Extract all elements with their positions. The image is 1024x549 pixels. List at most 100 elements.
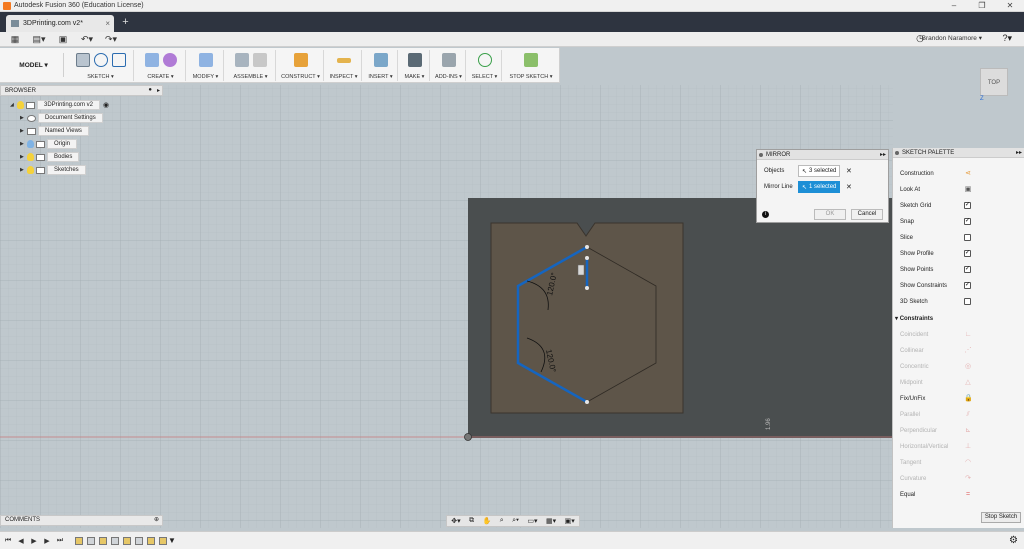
play-icon[interactable]: ▶ xyxy=(29,537,39,545)
sketch-palette-header[interactable]: SKETCH PALETTE ▸▸ xyxy=(893,148,1024,158)
visibility-bulb-icon[interactable] xyxy=(27,153,34,161)
orbit-icon[interactable]: ✥▾ xyxy=(451,517,460,525)
mirror-dialog-header[interactable]: MIRROR ▸▸ xyxy=(757,150,888,160)
undo-icon[interactable]: ↶▾ xyxy=(78,33,96,46)
checkbox[interactable] xyxy=(964,218,971,225)
browser-item-sketches[interactable]: ▶ Sketches xyxy=(20,165,86,175)
equal-icon[interactable]: = xyxy=(964,491,972,499)
constraint-glyph[interactable] xyxy=(577,264,585,276)
stop-sketch-group[interactable]: STOP SKETCH ▾ xyxy=(504,50,558,81)
browser-root[interactable]: ◢ 3DPrinting.com v2 ◉ xyxy=(10,100,109,110)
visibility-bulb-icon[interactable] xyxy=(27,166,34,174)
new-tab-icon[interactable]: + xyxy=(120,17,131,28)
help-icon[interactable]: ?▾ xyxy=(1002,33,1012,44)
pan-icon[interactable]: ✋ xyxy=(483,517,492,525)
constraint-parallel[interactable]: Parallel ⫽ xyxy=(900,410,970,420)
concentric-icon[interactable]: ◎ xyxy=(964,363,972,371)
look-at-icon[interactable]: ⧉ xyxy=(469,517,474,525)
browser-item-named-views[interactable]: ▶ Named Views xyxy=(20,126,89,136)
horizontal-vertical-icon[interactable]: ⊥ xyxy=(964,443,972,451)
step-back-icon[interactable]: ◀ xyxy=(16,537,26,545)
constraint-horizontal-vertical[interactable]: Horizontal/Vertical ⊥ xyxy=(900,442,972,452)
browser-item-origin[interactable]: ▶ Origin xyxy=(20,139,78,149)
palette-option-snap[interactable]: Snap xyxy=(900,217,971,227)
create-group[interactable]: CREATE ▾ xyxy=(136,50,186,81)
constraint-curvature[interactable]: Curvature ↷ xyxy=(900,474,971,484)
objects-selector[interactable]: ↖ 3 selected xyxy=(798,165,840,177)
insert-group[interactable]: INSERT ▾ xyxy=(364,50,398,81)
constraint-midpoint[interactable]: Midpoint △ xyxy=(900,378,972,388)
ok-button[interactable]: OK xyxy=(814,209,846,220)
view-cube[interactable]: TOP xyxy=(980,68,1008,96)
activate-radio-icon[interactable]: ◉ xyxy=(103,101,109,109)
checkbox[interactable] xyxy=(964,266,971,273)
file-menu-icon[interactable]: ▤▾ xyxy=(30,33,48,46)
timeline-feature-icon[interactable] xyxy=(159,536,167,545)
add-comment-icon[interactable]: ⊕ xyxy=(154,516,159,525)
fit-icon[interactable]: ⌕▾ xyxy=(512,517,519,525)
make-group[interactable]: MAKE ▾ xyxy=(400,50,430,81)
palette-option-slice[interactable]: Slice xyxy=(900,233,971,243)
construct-group[interactable]: CONSTRUCT ▾ xyxy=(278,50,324,81)
comments-panel[interactable]: COMMENTS ⊕ xyxy=(0,515,163,526)
timeline-marker-icon[interactable]: ▼ xyxy=(168,536,176,545)
grid-settings-icon[interactable]: ▦▾ xyxy=(546,517,556,525)
timeline-feature-icon[interactable] xyxy=(111,536,119,545)
save-icon[interactable]: ▣ xyxy=(54,33,72,46)
coincident-icon[interactable]: ∟ xyxy=(964,331,972,339)
expand-icon[interactable]: ▸▸ xyxy=(880,150,886,160)
zoom-icon[interactable]: ⌕ xyxy=(500,517,504,525)
timeline-feature-icon[interactable] xyxy=(123,536,131,545)
palette-option-look-at[interactable]: Look At ▣ xyxy=(900,185,972,195)
collapse-icon[interactable]: ▸ xyxy=(157,87,160,94)
constraint-tangent[interactable]: Tangent ◠ xyxy=(900,458,972,468)
go-to-start-icon[interactable]: ⏮ xyxy=(3,537,13,545)
expand-icon[interactable]: ◢ xyxy=(10,102,17,108)
palette-option-show-constraints[interactable]: Show Constraints xyxy=(900,281,971,291)
add-ins-group[interactable]: ADD-INS ▾ xyxy=(432,50,466,81)
expand-icon[interactable]: ▶ xyxy=(20,154,27,160)
timeline-settings-icon[interactable]: ⚙ xyxy=(1009,535,1018,546)
palette-option-show-points[interactable]: Show Points xyxy=(900,265,971,275)
step-forward-icon[interactable]: ▶ xyxy=(42,537,52,545)
visibility-bulb-icon[interactable] xyxy=(17,101,24,109)
midpoint-icon[interactable]: △ xyxy=(964,379,972,387)
collinear-icon[interactable]: ⋰ xyxy=(964,347,972,355)
palette-option-show-profile[interactable]: Show Profile xyxy=(900,249,971,259)
browser-item-document-settings[interactable]: ▶ Document Settings xyxy=(20,113,103,123)
expand-icon[interactable]: ▶ xyxy=(20,141,27,147)
sketch-group[interactable]: SKETCH ▾ xyxy=(68,50,134,81)
clear-mirror-line-icon[interactable]: ✕ xyxy=(846,183,852,191)
visibility-bulb-icon[interactable] xyxy=(27,140,34,148)
tangent-icon[interactable]: ◠ xyxy=(964,459,972,467)
expand-icon[interactable]: ▶ xyxy=(20,128,27,134)
data-panel-icon[interactable]: ▦ xyxy=(6,33,24,46)
close-icon[interactable]: ✕ xyxy=(996,0,1024,12)
checkbox[interactable] xyxy=(964,250,971,257)
constraint-equal[interactable]: Equal = xyxy=(900,490,970,500)
constraint-collinear[interactable]: Collinear ⋰ xyxy=(900,346,972,356)
palette-option-construction[interactable]: Construction ⋖ xyxy=(900,169,972,179)
timeline-feature-icon[interactable] xyxy=(87,536,95,545)
look-at-icon[interactable]: ▣ xyxy=(964,186,972,194)
expand-icon[interactable]: ▸▸ xyxy=(1016,148,1022,158)
inspect-group[interactable]: INSPECT ▾ xyxy=(326,50,362,81)
palette-option-3d-sketch[interactable]: 3D Sketch xyxy=(900,297,971,307)
sketch-point[interactable] xyxy=(585,256,589,260)
browser-panel-header[interactable]: BROWSER ● ▸ xyxy=(0,85,163,96)
assemble-group[interactable]: ASSEMBLE ▾ xyxy=(226,50,276,81)
palette-option-sketch-grid[interactable]: Sketch Grid xyxy=(900,201,971,211)
modify-group[interactable]: MODIFY ▾ xyxy=(188,50,224,81)
info-icon[interactable]: i xyxy=(762,211,769,218)
browser-item-bodies[interactable]: ▶ Bodies xyxy=(20,152,80,162)
cancel-button[interactable]: Cancel xyxy=(851,209,883,220)
timeline-feature-icon[interactable] xyxy=(147,536,155,545)
construction-icon[interactable]: ⋖ xyxy=(964,170,972,178)
lock-icon[interactable]: 🔒 xyxy=(964,395,973,403)
close-tab-icon[interactable]: × xyxy=(105,19,110,28)
go-to-end-icon[interactable]: ⏭ xyxy=(55,537,65,545)
timeline-feature-icon[interactable] xyxy=(135,536,143,545)
checkbox[interactable] xyxy=(964,202,971,209)
sketch-point[interactable] xyxy=(585,400,589,404)
viewports-icon[interactable]: ▣▾ xyxy=(565,517,575,525)
